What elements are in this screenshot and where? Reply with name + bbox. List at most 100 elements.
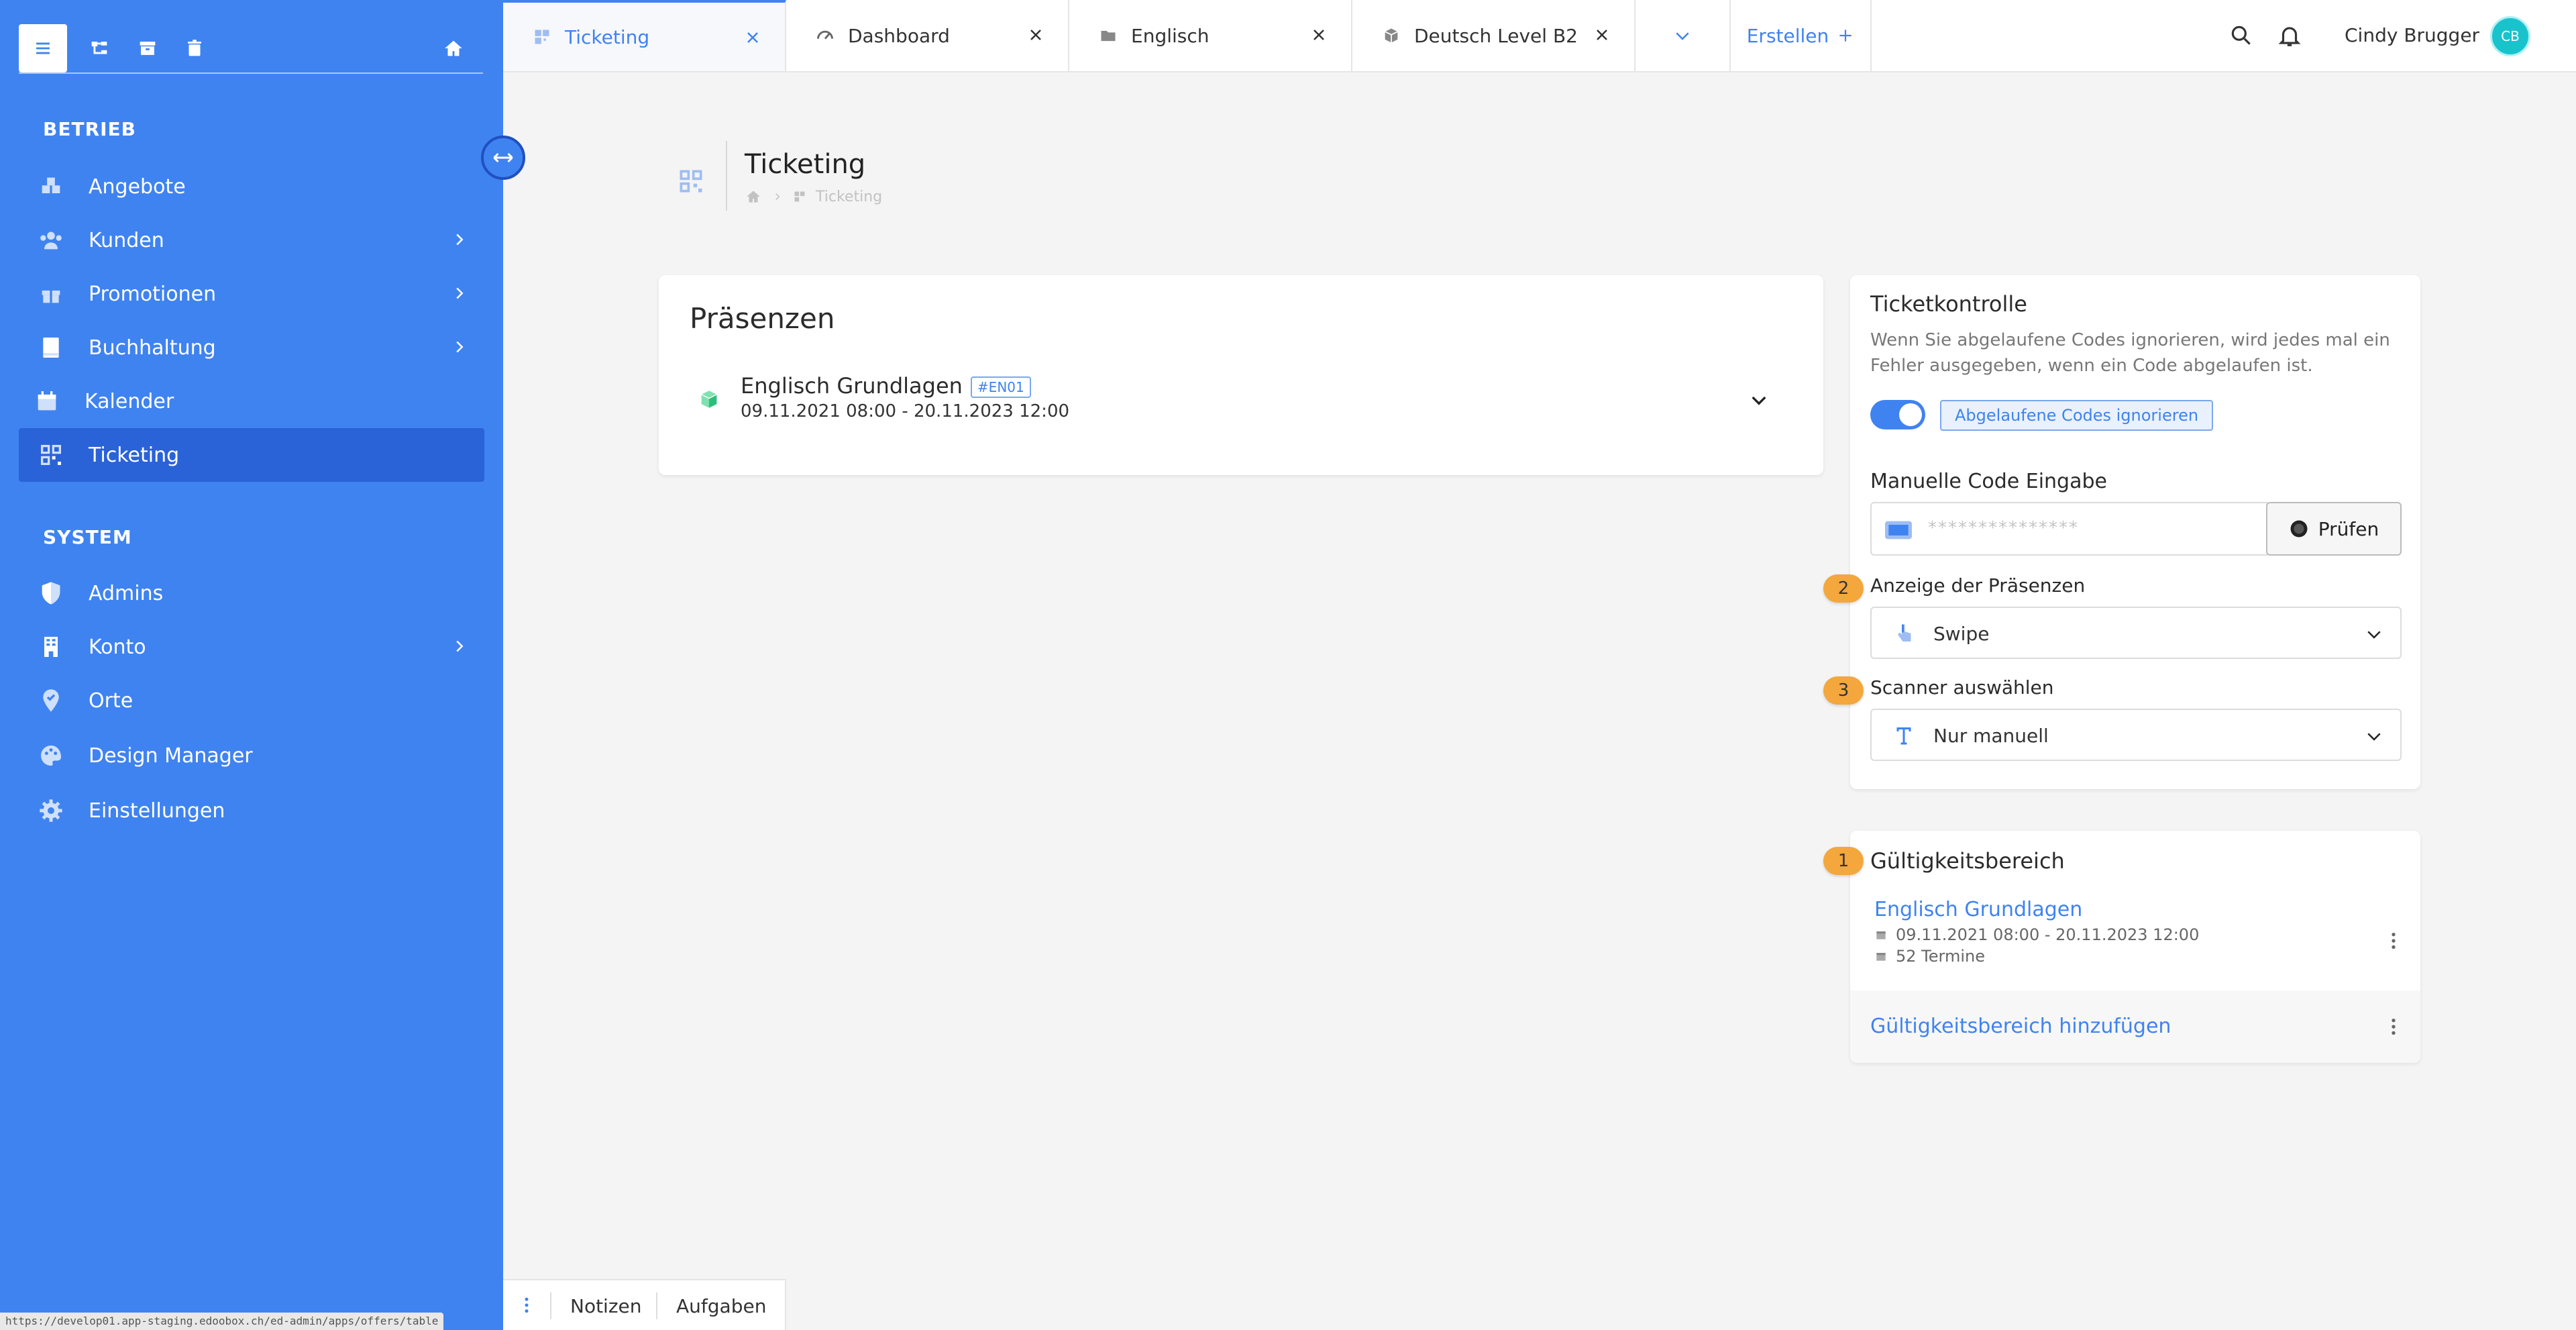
sidebar-item-ticketing[interactable]: Ticketing (19, 428, 484, 482)
sidebar-toolbar (19, 24, 483, 74)
sidebar-item-angebote[interactable]: Angebote (19, 160, 484, 213)
gear-icon (38, 797, 64, 824)
tab-deutsch-level-b2[interactable]: Deutsch Level B2 (1352, 0, 1635, 71)
box-icon (1385, 28, 1398, 43)
sidebar-item-orte[interactable]: Orte (19, 674, 484, 727)
home-icon[interactable] (745, 188, 762, 205)
sidebar-item-kalender[interactable]: Kalender (19, 374, 484, 428)
sidebar-item-design-manager[interactable]: Design Manager (19, 729, 484, 782)
sidebar-resize-button[interactable] (481, 136, 525, 180)
chevron-right-icon (775, 193, 780, 201)
qr-code-icon (680, 170, 702, 193)
notes-tab[interactable]: Notizen (570, 1295, 642, 1317)
user-name[interactable]: Cindy Brugger (2345, 24, 2479, 46)
ignore-expired-toggle[interactable] (1870, 400, 1925, 429)
shield-icon (38, 580, 64, 607)
chevron-right-icon (456, 234, 464, 246)
manual-code-placeholder: *************** (1928, 518, 2079, 538)
folder-icon (1101, 31, 1116, 42)
close-icon[interactable] (1311, 27, 1327, 43)
sidebar-section-betrieb: BETRIEB (43, 118, 137, 140)
sidebar-item-label: Orte (89, 688, 133, 713)
qr-code-icon (794, 191, 805, 202)
scanner-select[interactable]: Nur manuell (1870, 709, 2402, 761)
bottom-bar: Notizen Aufgaben (503, 1279, 786, 1330)
top-bar: Ticketing Dashboard Englisch Deutsch Lev… (503, 0, 2576, 72)
display-value: Swipe (1933, 623, 1990, 645)
gueltigkeit-item-count: 52 Termine (1896, 947, 1985, 966)
gueltigkeit-item-dates: 09.11.2021 08:00 - 20.11.2023 12:00 (1896, 925, 2200, 944)
status-url: https://develop01.app-staging.edoobox.ch… (0, 1313, 444, 1330)
calendar-icon (1876, 953, 1886, 961)
chevron-down-icon (1676, 32, 1689, 40)
close-icon[interactable] (745, 30, 761, 46)
sidebar-item-promotionen[interactable]: Promotionen (19, 267, 484, 321)
sidebar-item-kunden[interactable]: Kunden (19, 213, 484, 267)
tab-label: Englisch (1131, 24, 1210, 47)
ticket-icon (1885, 521, 1912, 540)
display-label: Anzeige der Präsenzen (1870, 574, 2086, 597)
sidebar-item-label: Design Manager (89, 744, 253, 768)
breadcrumb-current[interactable]: Ticketing (816, 189, 882, 205)
sidebar-item-buchhaltung[interactable]: Buchhaltung (19, 321, 484, 374)
cube-icon (701, 391, 717, 408)
building-icon (38, 633, 64, 660)
sidebar-item-label: Kunden (89, 228, 164, 252)
praesenzen-card: Präsenzen Englisch Grundlagen #EN01 09.11… (659, 275, 1823, 475)
check-button[interactable]: Prüfen (2266, 502, 2402, 556)
praesenz-dates: 09.11.2021 08:00 - 20.11.2023 12:00 (741, 401, 1070, 421)
display-select[interactable]: Swipe (1870, 607, 2402, 659)
sidebar-item-einstellungen[interactable]: Einstellungen (19, 784, 484, 837)
chevron-down-icon[interactable] (1748, 389, 1770, 411)
praesenz-item[interactable]: Englisch Grundlagen #EN01 09.11.2021 08:0… (741, 373, 1069, 421)
more-vertical-icon[interactable] (2383, 1016, 2404, 1037)
sidebar-item-label: Admins (89, 581, 164, 605)
card-title: Ticketkontrolle (1870, 291, 2027, 317)
close-icon[interactable] (1594, 27, 1610, 43)
palette-icon (38, 742, 64, 769)
close-icon[interactable] (1028, 27, 1044, 43)
ignore-expired-label[interactable]: Abgelaufene Codes ignorieren (1940, 400, 2214, 431)
chevron-down-icon (2367, 733, 2381, 741)
gueltigkeit-item[interactable]: Englisch Grundlagen 09.11.2021 08:00 - 2… (1874, 898, 2199, 966)
menu-icon[interactable] (19, 24, 67, 72)
search-icon[interactable] (2229, 23, 2254, 48)
header-divider (726, 141, 727, 211)
praesenz-title: Englisch Grundlagen (741, 373, 963, 399)
breadcrumb: Ticketing (745, 188, 882, 205)
manual-code-input[interactable]: *************** (1870, 502, 2270, 556)
record-icon (2290, 520, 2308, 538)
sidebar: BETRIEB Angebote Kunden Promotionen Buch… (0, 0, 503, 1330)
bell-icon[interactable] (2277, 23, 2302, 48)
create-button[interactable]: Erstellen (1731, 0, 1872, 71)
tab-ticketing[interactable]: Ticketing (503, 0, 786, 71)
manual-code-label: Manuelle Code Eingabe (1870, 470, 2107, 493)
more-vertical-icon[interactable] (517, 1295, 537, 1315)
ticketkontrolle-card: Ticketkontrolle Wenn Sie abgelaufene Cod… (1850, 275, 2420, 789)
gueltigkeit-item-title[interactable]: Englisch Grundlagen (1874, 898, 2199, 921)
book-icon (38, 334, 64, 361)
tasks-tab[interactable]: Aufgaben (676, 1295, 766, 1317)
praesenz-tag: #EN01 (970, 376, 1031, 398)
tab-dashboard[interactable]: Dashboard (786, 0, 1069, 71)
sidebar-item-konto[interactable]: Konto (19, 620, 484, 674)
archive-icon[interactable] (123, 24, 172, 72)
hierarchy-icon[interactable] (75, 24, 123, 72)
sidebar-item-label: Ticketing (89, 443, 180, 467)
sidebar-item-admins[interactable]: Admins (19, 566, 484, 620)
add-gueltigkeit-link[interactable]: Gültigkeitsbereich hinzufügen (1870, 1015, 2171, 1038)
chevron-down-icon (2367, 631, 2381, 639)
gueltigkeit-card: Gültigkeitsbereich Englisch Grundlagen 0… (1850, 831, 2420, 1063)
trash-icon[interactable] (170, 24, 219, 72)
card-title: Gültigkeitsbereich (1870, 848, 2065, 874)
arrows-horizontal-icon (493, 152, 513, 163)
more-vertical-icon[interactable] (2383, 930, 2404, 952)
sidebar-item-label: Einstellungen (89, 799, 225, 823)
avatar[interactable]: CB (2490, 16, 2530, 56)
tab-englisch[interactable]: Englisch (1069, 0, 1352, 71)
tabs-more-button[interactable] (1635, 0, 1731, 71)
chevron-right-icon (456, 341, 464, 353)
description: Wenn Sie abgelaufene Codes ignorieren, w… (1870, 330, 2390, 376)
home-icon[interactable] (429, 24, 478, 72)
sidebar-item-label: Angebote (89, 174, 186, 199)
